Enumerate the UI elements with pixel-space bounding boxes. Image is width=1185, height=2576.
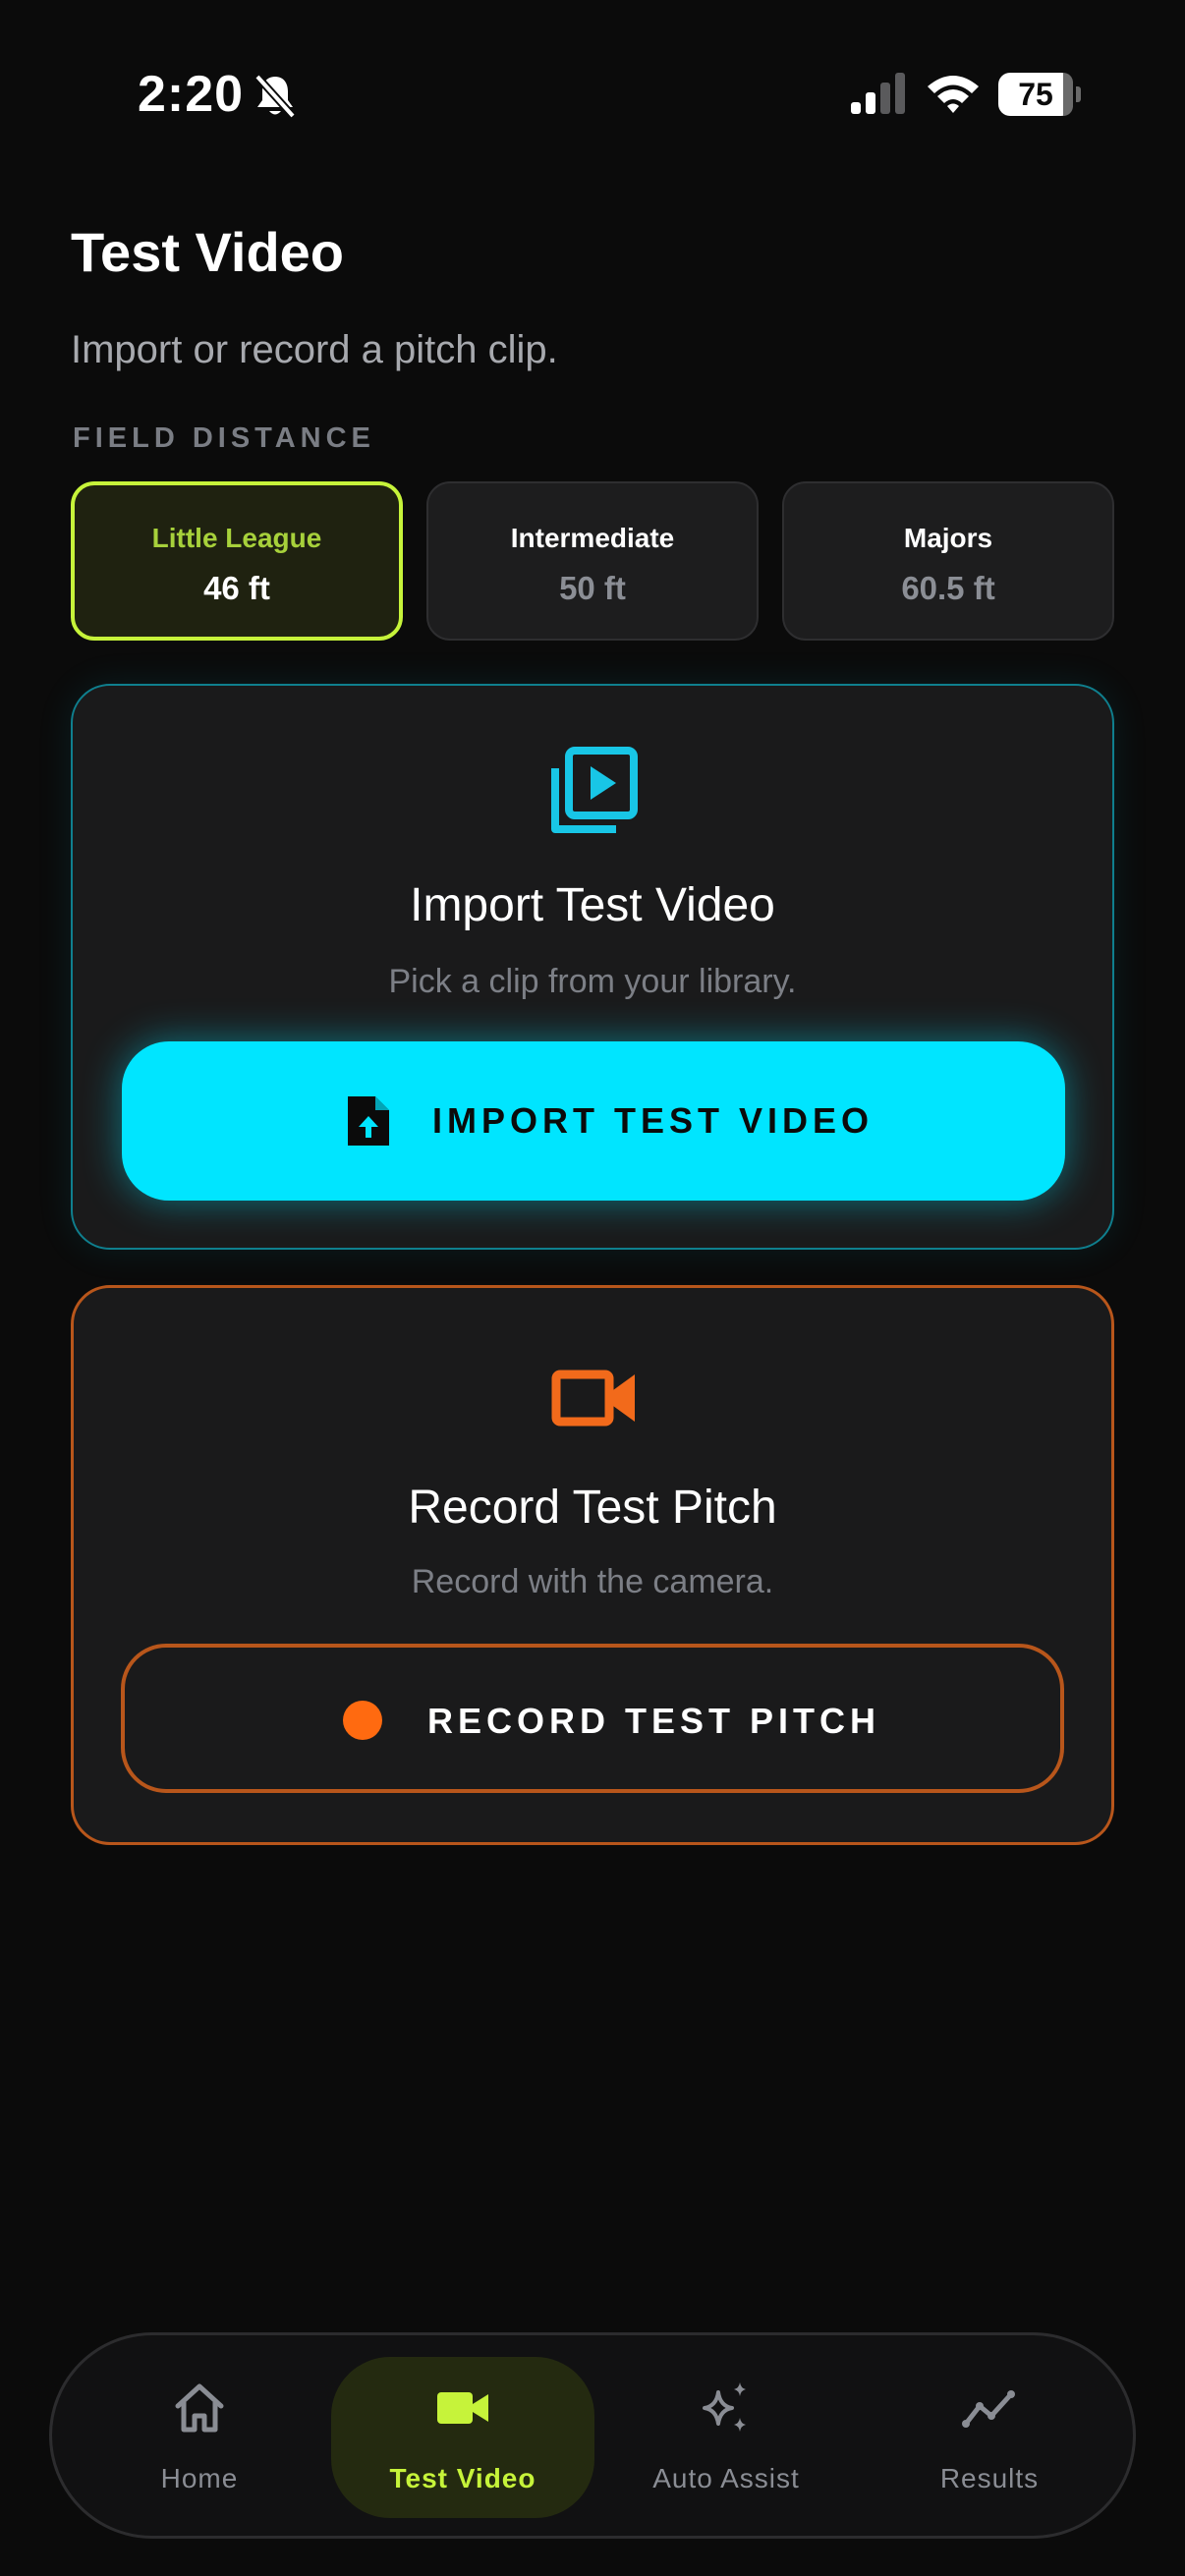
status-time: 2:20: [138, 66, 245, 123]
sparkles-icon: [703, 2382, 746, 2432]
nav-item-auto-assist[interactable]: Auto Assist: [594, 2357, 858, 2518]
distance-option-value: 46 ft: [203, 570, 270, 606]
field-distance-label: FIELD DISTANCE: [73, 422, 375, 454]
record-button-label: RECORD TEST PITCH: [427, 1701, 881, 1741]
bell-slash-icon: [254, 74, 296, 119]
battery-tip: [1076, 86, 1081, 102]
nav-item-test-video[interactable]: Test Video: [331, 2357, 594, 2518]
battery-indicator: 75: [998, 73, 1081, 116]
page-subtitle: Import or record a pitch clip.: [71, 328, 558, 371]
distance-option-majors[interactable]: Majors 60.5 ft: [782, 481, 1114, 641]
video-camera-icon: [551, 1370, 635, 1427]
import-card-title: Import Test Video: [410, 879, 775, 931]
wifi-icon: [928, 76, 979, 113]
distance-option-intermediate[interactable]: Intermediate 50 ft: [426, 481, 759, 641]
record-dot-icon: [343, 1701, 382, 1740]
import-test-video-card: Import Test Video Pick a clip from your …: [71, 684, 1114, 1250]
distance-option-little-league[interactable]: Little League 46 ft: [71, 481, 403, 641]
distance-option-value: 60.5 ft: [901, 570, 995, 606]
home-icon: [175, 2383, 224, 2433]
battery-level: 75: [998, 73, 1073, 116]
import-card-description: Pick a clip from your library.: [388, 963, 797, 1000]
nav-label: Auto Assist: [652, 2463, 800, 2493]
distance-option-name: Little League: [151, 523, 322, 553]
trend-chart-icon: [962, 2390, 1015, 2428]
nav-label: Home: [160, 2463, 239, 2493]
video-library-icon: [551, 747, 638, 833]
distance-option-value: 50 ft: [559, 570, 626, 606]
nav-label: Results: [939, 2463, 1040, 2493]
video-camera-icon: [437, 2392, 488, 2424]
record-test-pitch-card: Record Test Pitch Record with the camera…: [71, 1285, 1114, 1845]
nav-label: Test Video: [389, 2463, 536, 2493]
cellular-signal-icon: [851, 73, 905, 114]
record-test-pitch-button[interactable]: RECORD TEST PITCH: [121, 1644, 1064, 1793]
page-title: Test Video: [71, 221, 345, 283]
nav-item-home[interactable]: Home: [68, 2357, 331, 2518]
import-test-video-button[interactable]: IMPORT TEST VIDEO: [122, 1041, 1065, 1201]
distance-option-name: Majors: [903, 523, 993, 553]
test-video-screen: 2:20 75 Test Video Import or record a pi…: [0, 0, 1185, 2576]
record-card-title: Record Test Pitch: [408, 1482, 777, 1534]
distance-option-name: Intermediate: [510, 523, 675, 553]
bottom-nav: Home Test Video Auto Assist Results: [49, 2332, 1136, 2539]
record-card-description: Record with the camera.: [411, 1563, 774, 1600]
import-button-label: IMPORT TEST VIDEO: [432, 1100, 875, 1141]
nav-item-results[interactable]: Results: [858, 2357, 1121, 2518]
file-upload-icon: [348, 1096, 389, 1146]
